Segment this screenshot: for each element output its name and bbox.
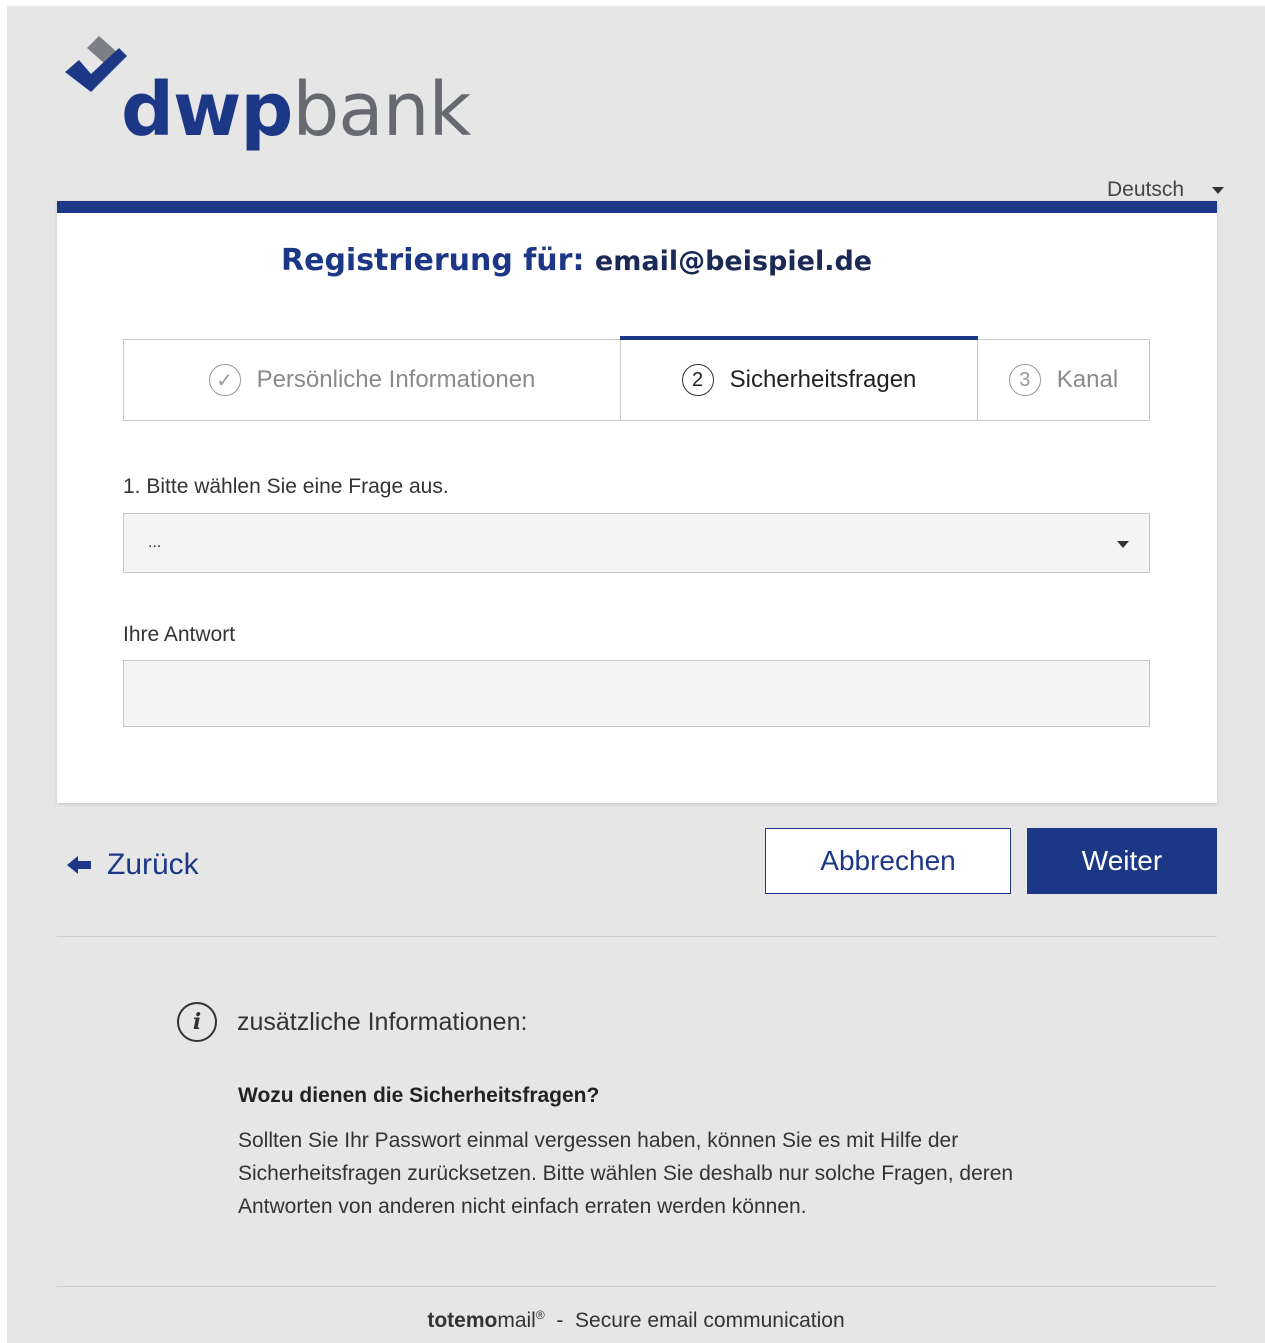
registration-card: Registrierung für: email@beispiel.de ✓ P… <box>57 201 1217 803</box>
info-icon: i <box>177 1002 217 1042</box>
step-label: Sicherheitsfragen <box>729 366 917 393</box>
back-link[interactable]: Zurück <box>67 848 199 882</box>
arrow-left-icon <box>67 856 91 874</box>
step-label: Kanal <box>1056 366 1119 393</box>
question-label: 1. Bitte wählen Sie eine Frage aus. <box>123 475 449 498</box>
step-label: Persönliche Informationen <box>256 366 536 393</box>
info-question: Wozu dienen die Sicherheitsfragen? <box>238 1084 600 1107</box>
check-icon: ✓ <box>208 364 241 396</box>
footer-separator: - <box>556 1309 564 1332</box>
footer-tagline: Secure email communication <box>575 1309 845 1332</box>
step-number-icon: 3 <box>1008 364 1041 396</box>
info-heading-label: zusätzliche Informationen: <box>237 1007 528 1036</box>
footer: totemomail® - Secure email communication <box>7 1308 1265 1333</box>
step-personal-info[interactable]: ✓ Persönliche Informationen <box>124 340 621 420</box>
answer-input[interactable] <box>123 660 1150 727</box>
step-indicator: ✓ Persönliche Informationen 2 Sicherheit… <box>123 336 1150 421</box>
cancel-button[interactable]: Abbrechen <box>765 828 1011 894</box>
page: dwpbank Deutsch Registrierung für: email… <box>7 6 1265 1343</box>
security-question-select[interactable]: ... <box>123 513 1150 573</box>
answer-label: Ihre Antwort <box>123 623 236 646</box>
language-label: Deutsch <box>1107 178 1185 201</box>
dwpbank-logo: dwpbank <box>61 34 471 150</box>
language-select[interactable]: Deutsch <box>1107 178 1225 202</box>
dwpbank-wordmark: dwpbank <box>121 67 471 153</box>
info-heading: i zusätzliche Informationen: <box>177 1002 527 1042</box>
page-title: Registrierung für: email@beispiel.de <box>281 243 872 278</box>
back-label: Zurück <box>107 848 199 881</box>
info-body: Sollten Sie Ihr Passwort einmal vergesse… <box>238 1129 1014 1218</box>
step-channel[interactable]: 3 Kanal <box>978 340 1149 420</box>
next-button[interactable]: Weiter <box>1027 828 1217 894</box>
divider <box>57 936 1217 937</box>
select-value: ... <box>148 534 162 551</box>
step-number-icon: 2 <box>681 364 714 396</box>
registered-mark: ® <box>535 1308 545 1322</box>
chevron-down-icon <box>1117 541 1129 548</box>
chevron-down-icon <box>1212 186 1225 194</box>
footer-divider <box>57 1286 1217 1287</box>
footer-brand-bold: totemo <box>427 1309 498 1332</box>
step-security-questions[interactable]: 2 Sicherheitsfragen <box>620 336 978 420</box>
registration-email: email@beispiel.de <box>594 246 873 277</box>
footer-brand-light: mail <box>497 1309 536 1332</box>
title-prefix: Registrierung für: <box>281 243 585 278</box>
